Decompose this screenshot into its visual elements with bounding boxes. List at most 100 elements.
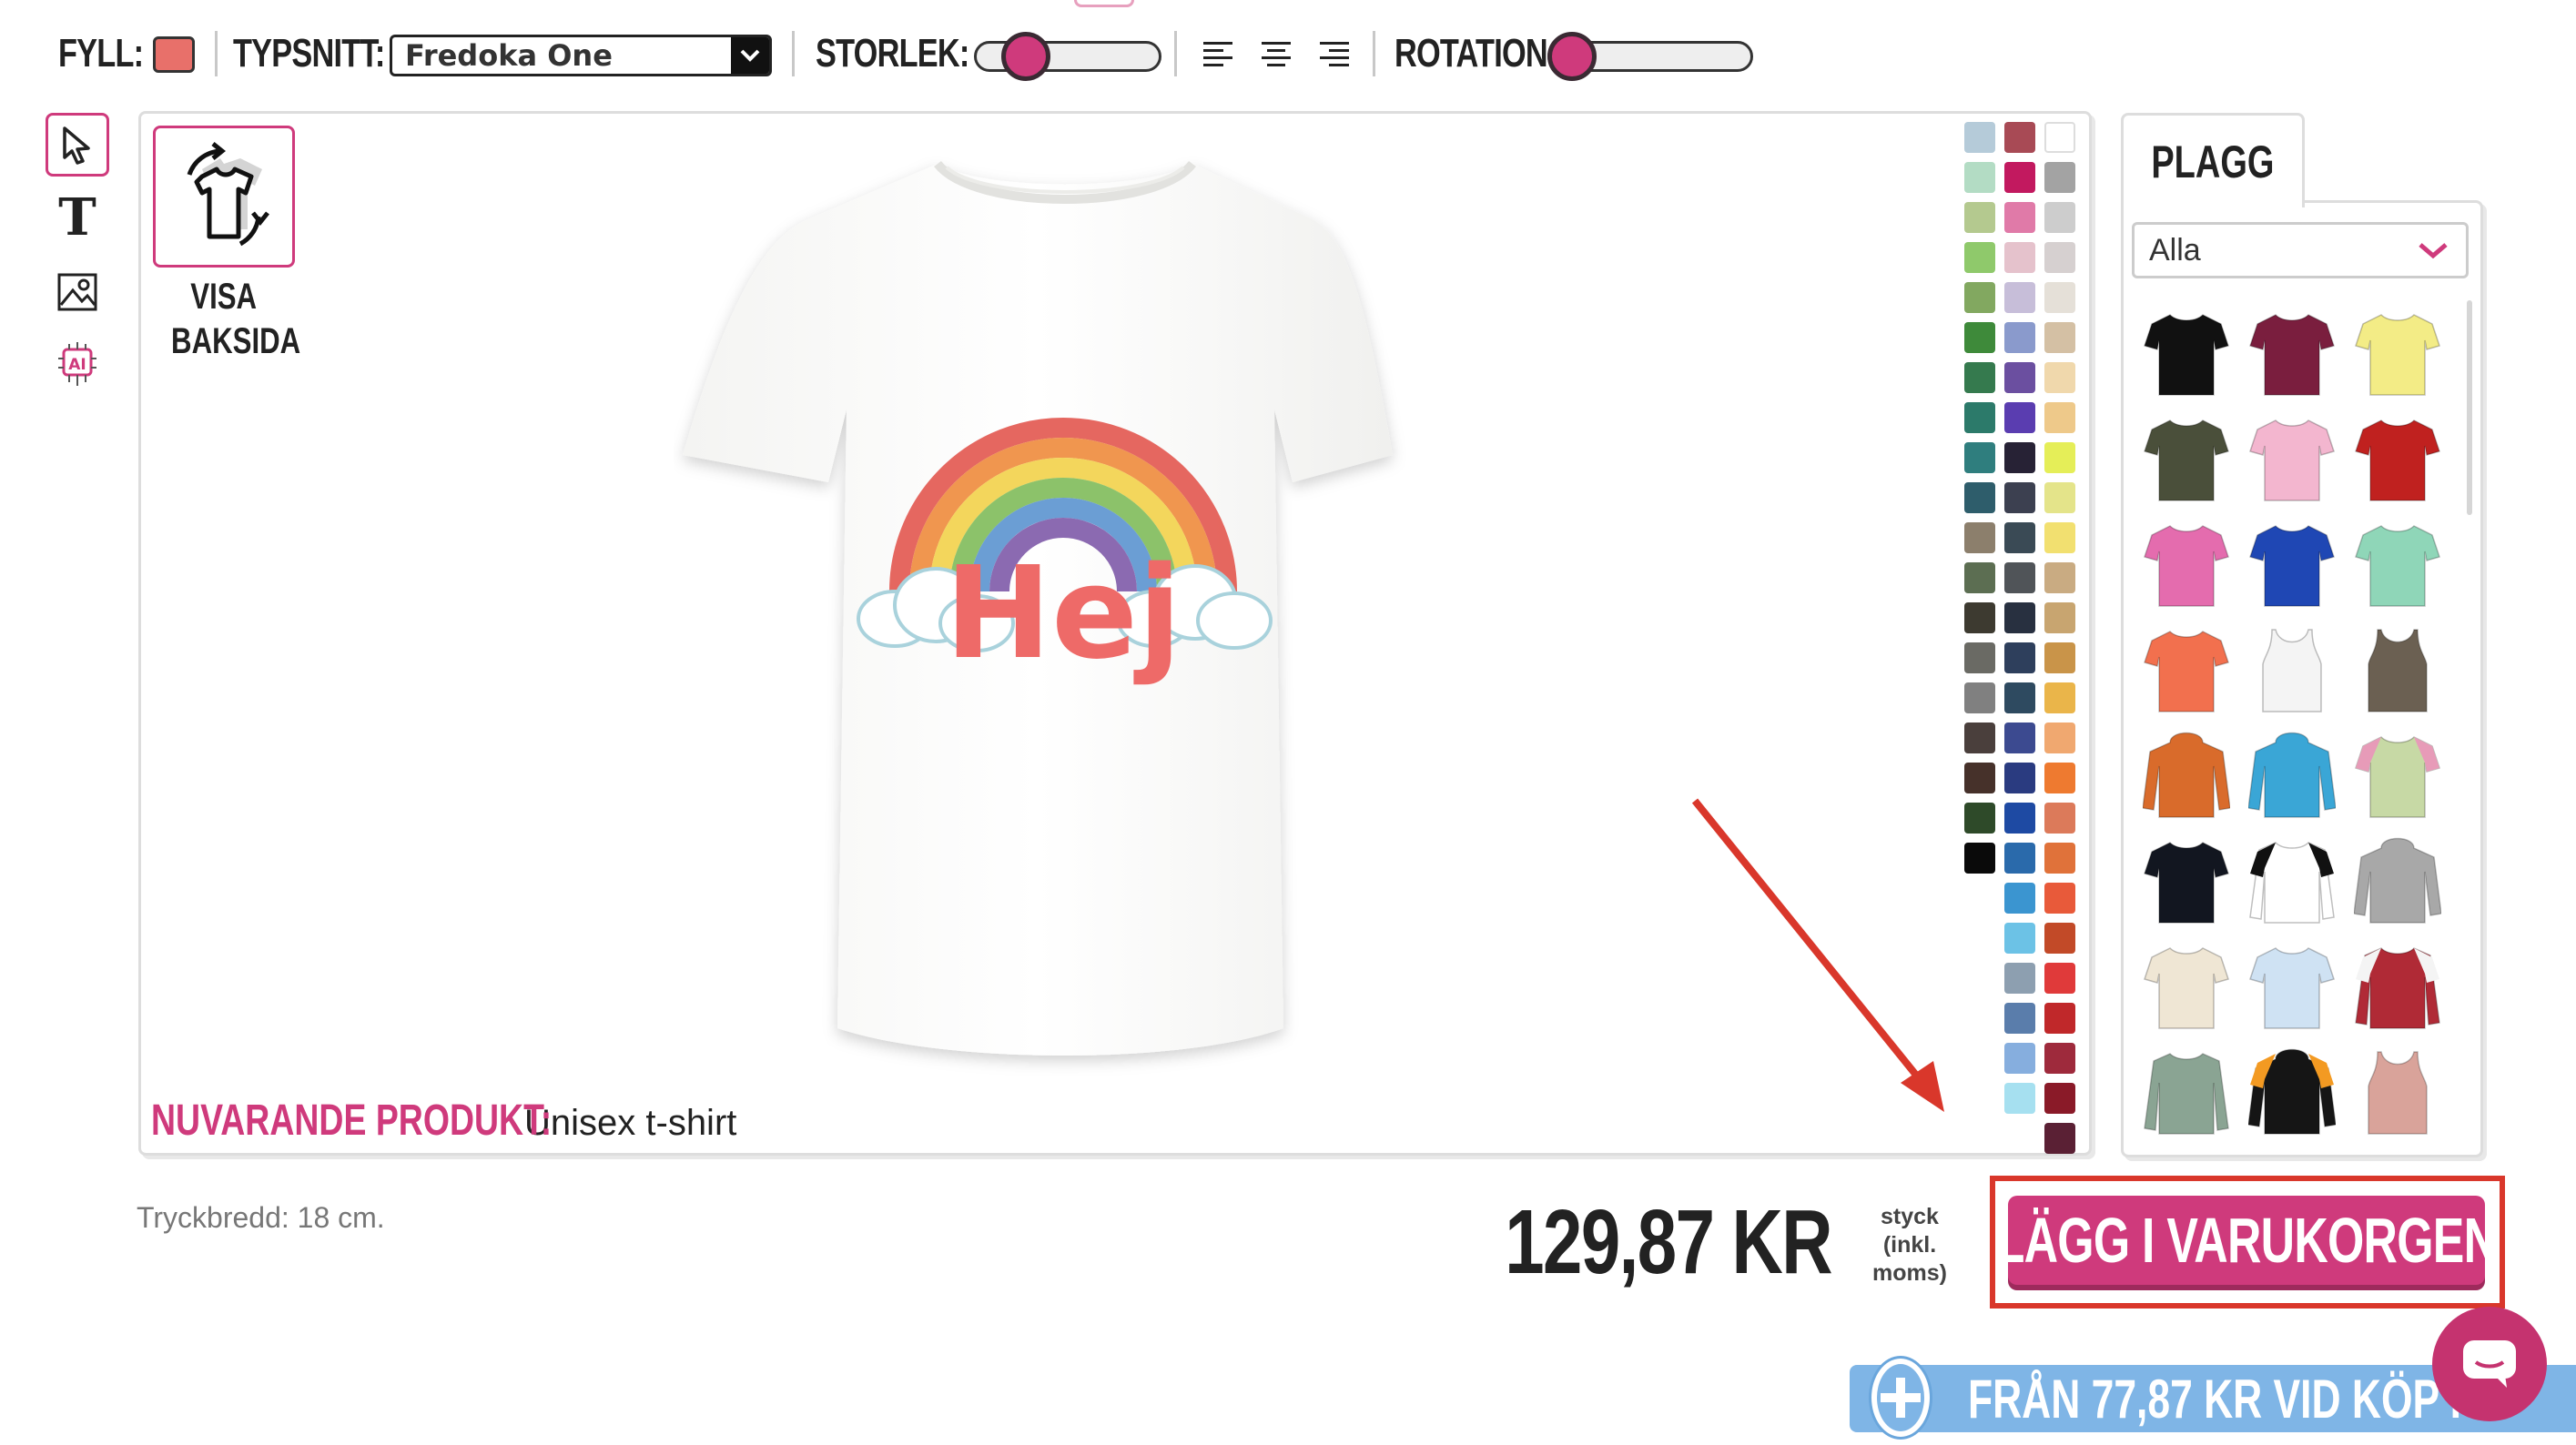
garment-yellow-tshirt[interactable] [2354,308,2441,399]
text-tool-button[interactable]: T [46,186,109,249]
color-swatch[interactable] [2044,402,2075,433]
color-swatch[interactable] [2004,562,2035,593]
color-swatch[interactable] [1964,242,1995,273]
color-swatch[interactable] [2004,522,2035,553]
garment-raglan-baseball-tee[interactable] [2248,835,2336,926]
color-swatch[interactable] [2004,362,2035,393]
garment-blue-tshirt[interactable] [2248,519,2336,610]
garment-grey-hoodie[interactable] [2353,835,2442,926]
garment-black-vneck[interactable] [2143,835,2230,926]
color-swatch[interactable] [2004,642,2035,673]
color-swatch[interactable] [2004,242,2035,273]
color-swatch[interactable] [2004,162,2035,193]
color-swatch[interactable] [2044,1003,2075,1034]
color-swatch[interactable] [1964,602,1995,633]
color-swatch[interactable] [1964,322,1995,353]
font-select[interactable]: Fredoka One [390,35,772,76]
garment-pink-tshirt[interactable] [2248,413,2336,504]
color-swatch[interactable] [2044,602,2075,633]
color-swatch[interactable] [2044,1123,2075,1154]
color-swatch[interactable] [2044,202,2075,233]
fill-color-swatch[interactable] [153,36,195,73]
garment-mint-tshirt[interactable] [2354,519,2441,610]
color-swatch[interactable] [2004,682,2035,713]
garment-red-tshirt[interactable] [2354,413,2441,504]
align-center-icon[interactable] [1262,42,1294,73]
garment-list-scrollbar[interactable] [2467,300,2472,515]
garment-orange-hoodie[interactable] [2142,730,2231,821]
garment-rose-tanktop[interactable] [2354,1046,2441,1137]
rainbow-design[interactable]: Hej [845,373,1282,701]
chat-button[interactable] [2432,1307,2547,1421]
color-swatch[interactable] [1964,362,1995,393]
color-swatch[interactable] [2004,803,2035,834]
color-swatch[interactable] [2044,442,2075,473]
garment-olive-tshirt[interactable] [2143,413,2230,504]
color-swatch[interactable] [2004,202,2035,233]
color-swatch[interactable] [2044,763,2075,793]
color-swatch[interactable] [1964,202,1995,233]
color-swatch[interactable] [2004,1043,2035,1074]
color-swatch[interactable] [2004,602,2035,633]
color-swatch[interactable] [1964,282,1995,313]
color-swatch[interactable] [2044,923,2075,954]
color-swatch[interactable] [2044,843,2075,874]
color-swatch[interactable] [2044,803,2075,834]
color-swatch[interactable] [2044,682,2075,713]
color-swatch[interactable] [2044,362,2075,393]
garment-tiedye-tshirt[interactable] [2354,730,2441,821]
color-swatch[interactable] [1964,722,1995,753]
select-tool-button[interactable] [46,113,109,177]
color-swatch[interactable] [2044,722,2075,753]
color-swatch[interactable] [2004,442,2035,473]
color-swatch[interactable] [2004,1003,2035,1034]
color-swatch[interactable] [2044,883,2075,914]
image-tool-button[interactable] [46,260,109,324]
color-swatch[interactable] [1964,763,1995,793]
garment-white-tanktop[interactable] [2248,624,2336,715]
color-swatch[interactable] [2044,1043,2075,1074]
color-swatch[interactable] [2004,722,2035,753]
garment-pink-womens-tshirt[interactable] [2143,519,2230,610]
color-swatch[interactable] [2004,843,2035,874]
design-text[interactable]: Hej [945,540,1182,688]
color-swatch[interactable] [1964,482,1995,513]
garment-coral-womens-tshirt[interactable] [2143,624,2230,715]
color-swatch[interactable] [2004,322,2035,353]
color-swatch[interactable] [1964,843,1995,874]
color-swatch[interactable] [1964,442,1995,473]
color-swatch[interactable] [1964,682,1995,713]
color-swatch[interactable] [1964,162,1995,193]
color-swatch[interactable] [2004,763,2035,793]
color-swatch[interactable] [2004,963,2035,994]
garment-black-tshirt[interactable] [2143,308,2230,399]
color-swatch[interactable] [2044,562,2075,593]
color-swatch[interactable] [2044,322,2075,353]
color-swatch[interactable] [2044,963,2075,994]
color-swatch[interactable] [2044,162,2075,193]
garment-black-orange-hoodie[interactable] [2247,1046,2337,1137]
color-swatch[interactable] [1964,803,1995,834]
garment-cyan-hoodie[interactable] [2247,730,2337,821]
color-swatch[interactable] [1964,402,1995,433]
color-swatch[interactable] [2044,282,2075,313]
color-swatch[interactable] [2004,282,2035,313]
color-swatch[interactable] [1964,562,1995,593]
garment-olive-tanktop[interactable] [2354,624,2441,715]
garment-cream-tshirt[interactable] [2143,941,2230,1032]
ai-tool-button[interactable]: AI [46,333,109,397]
tab-plagg[interactable]: PLAGG [2121,113,2305,207]
color-swatch[interactable] [1964,522,1995,553]
color-swatch[interactable] [2044,1083,2075,1114]
color-swatch[interactable] [2004,402,2035,433]
garment-filter-select[interactable]: Alla [2132,222,2469,278]
garment-varsity-jacket[interactable] [2354,941,2441,1032]
color-swatch[interactable] [2004,883,2035,914]
add-to-cart-button[interactable]: LÄGG I VARUKORGEN [1996,1196,2498,1285]
color-swatch[interactable] [2004,923,2035,954]
align-right-icon[interactable] [1320,42,1353,73]
garment-green-longsleeve[interactable] [2143,1046,2230,1137]
color-swatch[interactable] [2004,122,2035,153]
color-swatch[interactable] [2004,482,2035,513]
garment-maroon-tshirt[interactable] [2248,308,2336,399]
